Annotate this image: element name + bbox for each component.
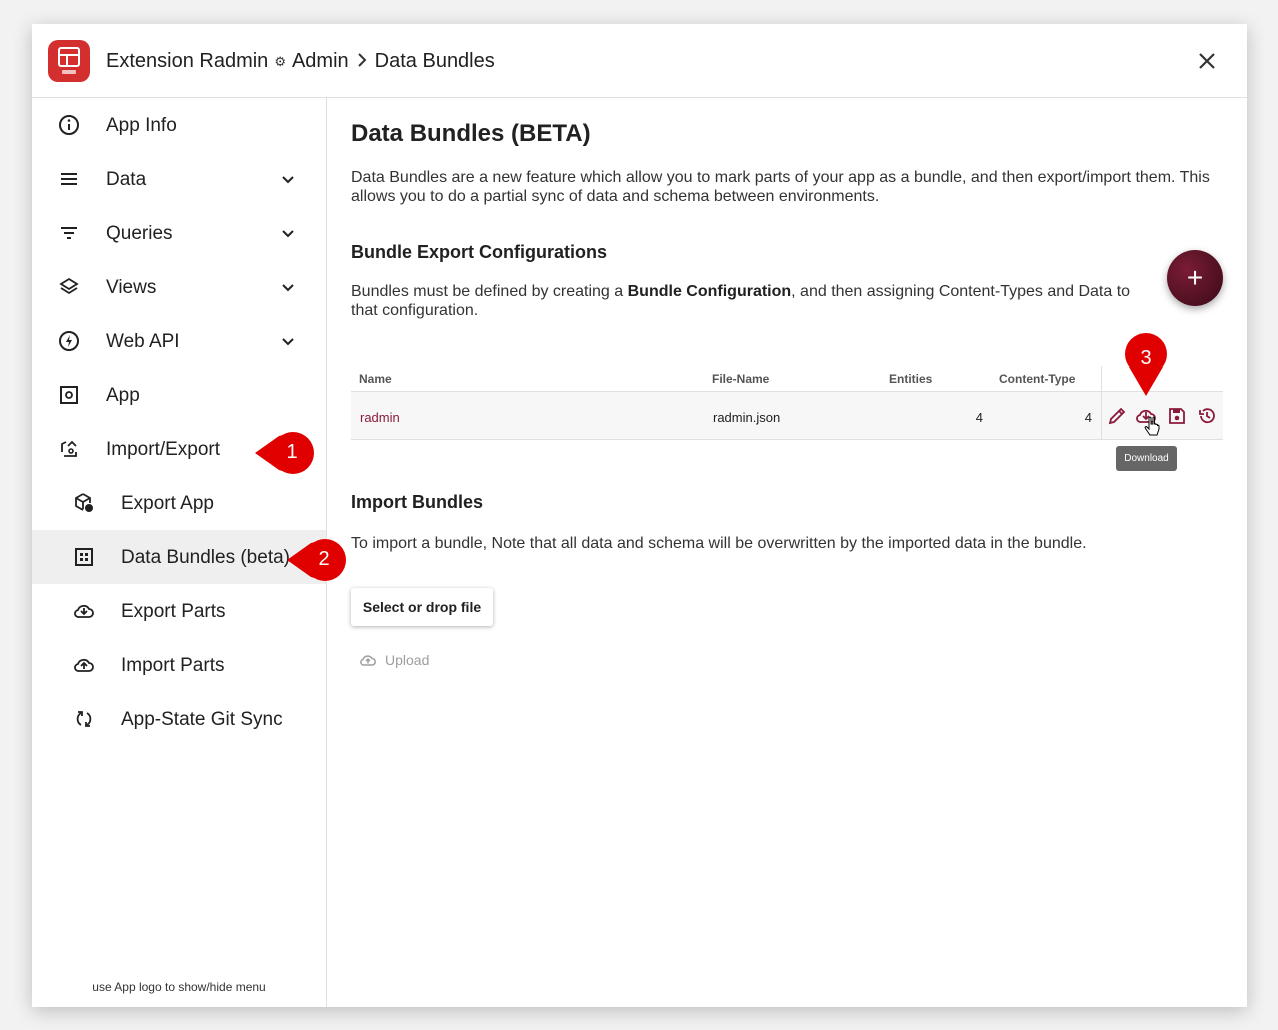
app-settings-icon bbox=[58, 384, 80, 406]
sidebar-item-app[interactable]: App bbox=[32, 368, 326, 422]
sidebar-item-label: Export App bbox=[121, 493, 214, 514]
download-tooltip: Download bbox=[1116, 446, 1177, 471]
cloud-upload-icon bbox=[73, 654, 95, 676]
sidebar-item-web-api[interactable]: Web API bbox=[32, 314, 326, 368]
breadcrumb-section[interactable]: Admin bbox=[292, 50, 349, 73]
save-icon[interactable] bbox=[1167, 406, 1187, 426]
select-file-button[interactable]: Select or drop file bbox=[351, 588, 493, 626]
sidebar-item-label: Web API bbox=[106, 331, 180, 352]
cell-name[interactable]: radmin bbox=[360, 410, 400, 425]
sidebar-item-data[interactable]: Data bbox=[32, 152, 326, 206]
sidebar-item-export-parts[interactable]: Export Parts bbox=[32, 584, 326, 638]
edit-icon[interactable] bbox=[1107, 406, 1127, 426]
sidebar-item-label: Import Parts bbox=[121, 655, 225, 676]
chevron-right-icon bbox=[357, 50, 367, 73]
window-icon bbox=[58, 47, 80, 67]
sidebar-item-label: Queries bbox=[106, 223, 173, 244]
breadcrumb-page: Data Bundles bbox=[374, 50, 495, 72]
sidebar: App Info Data Queries Views Web API App … bbox=[32, 98, 327, 1007]
breadcrumb: Extension Radmin ⚙ Admin Data Bundles bbox=[106, 50, 495, 73]
column-header-name[interactable]: Name bbox=[359, 372, 392, 386]
grid-icon bbox=[73, 546, 95, 568]
cell-content-type: 4 bbox=[1084, 410, 1092, 425]
bundles-table: Name File-Name Entities Content-Type rad… bbox=[351, 358, 1223, 440]
export-section-title: Bundle Export Configurations bbox=[351, 242, 607, 262]
layers-icon bbox=[58, 276, 80, 298]
upload-button[interactable]: Upload bbox=[359, 650, 429, 670]
pointer-cursor-icon bbox=[1143, 416, 1163, 436]
gear-icon: ⚙ bbox=[274, 53, 286, 69]
cloud-download-icon bbox=[73, 600, 95, 622]
cell-entities: 4 bbox=[975, 410, 983, 425]
cell-file-name: radmin.json bbox=[713, 410, 781, 425]
step-marker-3: 3 bbox=[1125, 333, 1167, 396]
import-section-text: To import a bundle, Note that all data a… bbox=[351, 535, 1087, 552]
sidebar-item-import-parts[interactable]: Import Parts bbox=[32, 638, 326, 692]
history-icon[interactable] bbox=[1197, 406, 1217, 426]
chevron-down-icon[interactable] bbox=[279, 170, 297, 188]
breadcrumb-app-name: Extension Radmin bbox=[106, 50, 269, 72]
sidebar-item-label: App-State Git Sync bbox=[121, 709, 283, 730]
column-header-content-type[interactable]: Content-Type bbox=[999, 372, 1075, 386]
export-section-text: Bundles must be defined by creating a Bu… bbox=[351, 283, 1131, 319]
step-marker-2: 2 bbox=[287, 539, 350, 581]
sidebar-item-label: Data Bundles (beta) bbox=[121, 547, 290, 568]
chevron-down-icon[interactable] bbox=[279, 278, 297, 296]
import-section-title: Import Bundles bbox=[351, 492, 484, 512]
sync-icon bbox=[73, 708, 95, 730]
page-title: Data Bundles (BETA) bbox=[351, 120, 591, 147]
chevron-down-icon[interactable] bbox=[279, 332, 297, 350]
add-bundle-button[interactable]: + bbox=[1167, 250, 1223, 306]
sidebar-item-queries[interactable]: Queries bbox=[32, 206, 326, 260]
close-icon[interactable] bbox=[1195, 49, 1219, 73]
app-logo[interactable] bbox=[48, 40, 90, 82]
upload-button-label: Upload bbox=[385, 652, 430, 668]
sidebar-item-label: Views bbox=[106, 277, 157, 298]
sidebar-item-export-app[interactable]: Export App bbox=[32, 476, 326, 530]
sidebar-item-data-bundles[interactable]: Data Bundles (beta) bbox=[32, 530, 326, 584]
info-icon bbox=[58, 114, 80, 136]
header: Extension Radmin ⚙ Admin Data Bundles bbox=[32, 24, 1247, 98]
intro-text: Data Bundles are a new feature which all… bbox=[351, 169, 1210, 205]
column-header-entities[interactable]: Entities bbox=[889, 372, 932, 386]
import-export-icon bbox=[58, 438, 80, 460]
cloud-upload-icon bbox=[360, 655, 376, 666]
package-icon bbox=[73, 492, 95, 514]
step-marker-1: 1 bbox=[255, 432, 318, 474]
sidebar-item-label: Data bbox=[106, 169, 147, 190]
sidebar-item-git-sync[interactable]: App-State Git Sync bbox=[32, 692, 326, 746]
main-content: Data Bundles (BETA) Data Bundles are a n… bbox=[327, 98, 1247, 1007]
sidebar-item-app-info[interactable]: App Info bbox=[32, 98, 326, 152]
table-row[interactable]: radmin radmin.json 4 4 bbox=[351, 366, 1223, 440]
sidebar-item-views[interactable]: Views bbox=[32, 260, 326, 314]
sidebar-hint: use App logo to show/hide menu bbox=[92, 980, 266, 994]
table-header: Name File-Name Entities Content-Type bbox=[351, 358, 1223, 392]
sidebar-item-label: App Info bbox=[106, 115, 177, 136]
menu-lines-icon bbox=[58, 168, 80, 190]
bolt-icon bbox=[58, 330, 80, 352]
sidebar-item-label: Export Parts bbox=[121, 601, 226, 622]
filter-icon bbox=[58, 222, 80, 244]
chevron-down-icon[interactable] bbox=[279, 224, 297, 242]
sidebar-item-label: Import/Export bbox=[106, 439, 221, 460]
dialog: Extension Radmin ⚙ Admin Data Bundles Ap… bbox=[32, 24, 1247, 1007]
sidebar-item-label: App bbox=[106, 385, 140, 406]
column-header-file-name[interactable]: File-Name bbox=[712, 372, 769, 386]
